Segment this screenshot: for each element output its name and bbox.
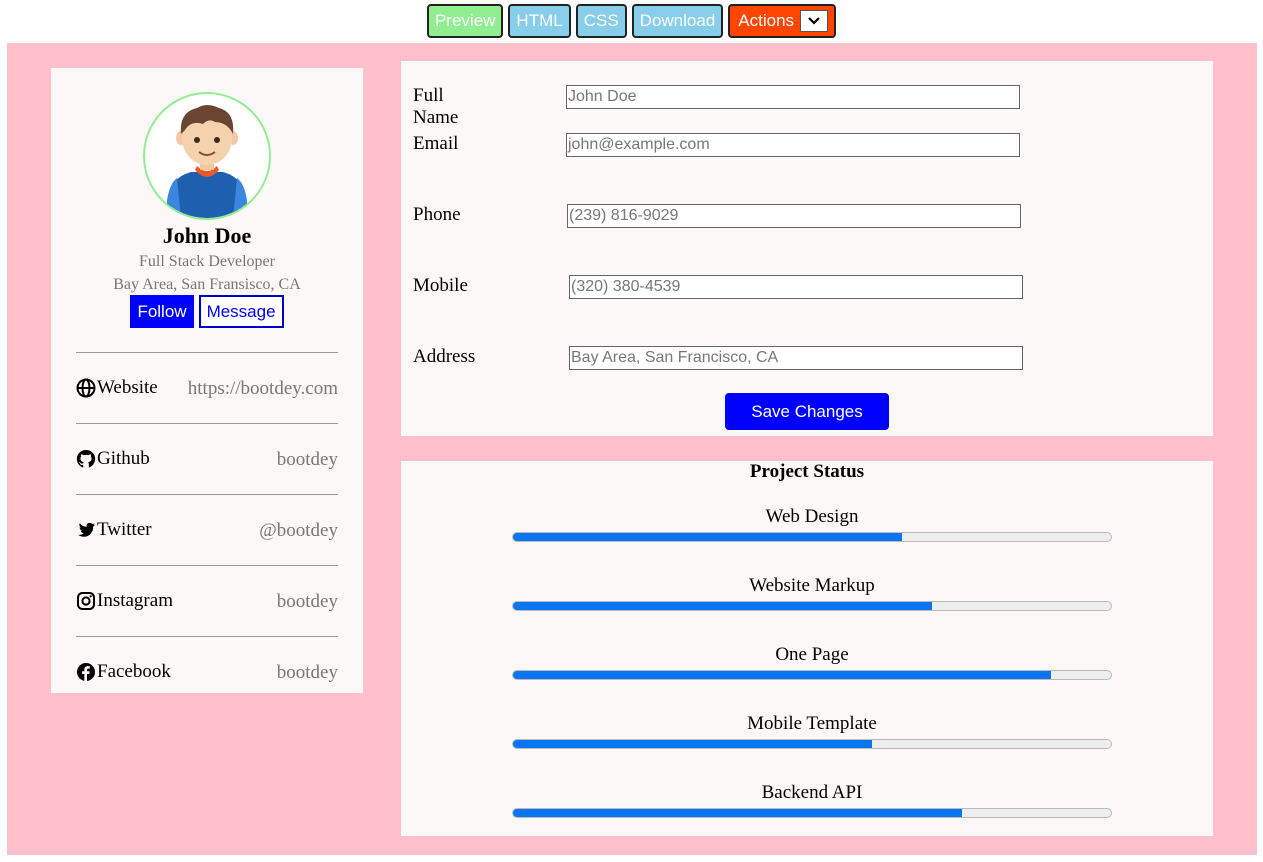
progress-bar — [512, 670, 1112, 680]
preview-button[interactable]: Preview — [426, 4, 504, 38]
actions-select[interactable] — [800, 10, 829, 32]
details-form: Full Name John Doe Email john@example.co… — [401, 61, 1213, 436]
message-button[interactable]: Message — [198, 295, 284, 328]
progress-fill — [513, 740, 872, 748]
social-value: https://bootdey.com — [187, 378, 338, 399]
social-label: Facebook — [97, 661, 171, 682]
social-website-label-wrap: Website — [76, 377, 158, 399]
css-button[interactable]: CSS — [575, 4, 627, 38]
github-icon — [76, 449, 96, 468]
social-instagram-label-wrap: Instagram — [76, 590, 173, 612]
toolbar: Preview HTML CSS Download Actions — [0, 4, 1263, 38]
follow-button[interactable]: Follow — [130, 295, 194, 328]
fullname-input[interactable]: John Doe — [566, 85, 1020, 109]
progress-fill — [513, 671, 1052, 679]
progress-bar — [512, 601, 1112, 611]
social-twitter[interactable]: Twitter @bootdey — [76, 494, 338, 566]
social-label: Instagram — [97, 590, 173, 611]
fullname-label: Full Name — [413, 85, 459, 128]
profile-actions: Follow Message — [51, 295, 363, 328]
html-button[interactable]: HTML — [508, 4, 571, 38]
avatar — [143, 92, 271, 220]
project-status-card: Project Status Web Design Website Markup O… — [401, 461, 1213, 836]
social-twitter-label-wrap: Twitter — [76, 519, 152, 541]
social-website[interactable]: Website https://bootdey.com — [76, 352, 338, 424]
address-label: Address — [413, 346, 476, 367]
social-facebook[interactable]: Facebook bootdey — [76, 636, 338, 693]
page-background: John Doe Full Stack Developer Bay Area, … — [7, 43, 1257, 855]
avatar-illustration — [167, 105, 247, 218]
actions-label: Actions — [738, 11, 795, 30]
social-value: bootdey — [276, 591, 338, 612]
mobile-input[interactable]: (320) 380-4539 — [569, 275, 1023, 299]
phone-input[interactable]: (239) 816-9029 — [567, 204, 1021, 228]
social-facebook-label-wrap: Facebook — [76, 661, 171, 683]
progress-item: Mobile Template — [512, 713, 1112, 749]
email-label: Email — [413, 133, 459, 154]
profile-location: Bay Area, San Fransisco, CA — [113, 276, 301, 293]
progress-fill — [513, 809, 962, 817]
profile-card: John Doe Full Stack Developer Bay Area, … — [51, 68, 363, 693]
twitter-icon — [78, 522, 95, 537]
social-instagram[interactable]: Instagram bootdey — [76, 565, 338, 637]
actions-button[interactable]: Actions — [728, 4, 837, 38]
address-input[interactable]: Bay Area, San Francisco, CA — [569, 346, 1023, 370]
facebook-icon — [77, 663, 95, 681]
phone-label: Phone — [413, 204, 461, 225]
profile-name: John Doe — [162, 223, 252, 248]
progress-item: One Page — [512, 644, 1112, 680]
social-label: Github — [97, 448, 150, 469]
progress-label: One Page — [775, 644, 849, 665]
social-value: bootdey — [276, 449, 338, 470]
progress-bar — [512, 808, 1112, 818]
progress-fill — [513, 602, 932, 610]
progress-item: Web Design — [512, 506, 1112, 542]
social-label: Twitter — [97, 519, 152, 540]
profile-role: Full Stack Developer — [139, 253, 275, 270]
save-changes-button[interactable]: Save Changes — [725, 393, 889, 430]
progress-label: Web Design — [765, 506, 859, 527]
email-input[interactable]: john@example.com — [566, 133, 1020, 157]
download-button[interactable]: Download — [631, 4, 724, 38]
social-github[interactable]: Github bootdey — [76, 423, 338, 495]
progress-item: Website Markup — [512, 575, 1112, 611]
progress-bar — [512, 739, 1112, 749]
social-github-label-wrap: Github — [76, 448, 150, 470]
chevron-down-icon — [808, 17, 820, 25]
project-status-title: Project Status — [749, 461, 865, 482]
progress-fill — [513, 533, 902, 541]
mobile-label: Mobile — [413, 275, 468, 296]
instagram-icon — [77, 592, 95, 610]
progress-bar — [512, 532, 1112, 542]
progress-label: Backend API — [761, 782, 863, 803]
progress-label: Website Markup — [749, 575, 875, 596]
progress-label: Mobile Template — [747, 713, 877, 734]
globe-icon — [76, 378, 96, 398]
social-value: @bootdey — [259, 520, 338, 541]
social-label: Website — [97, 377, 158, 398]
social-value: bootdey — [276, 662, 338, 683]
progress-item: Backend API — [512, 782, 1112, 818]
